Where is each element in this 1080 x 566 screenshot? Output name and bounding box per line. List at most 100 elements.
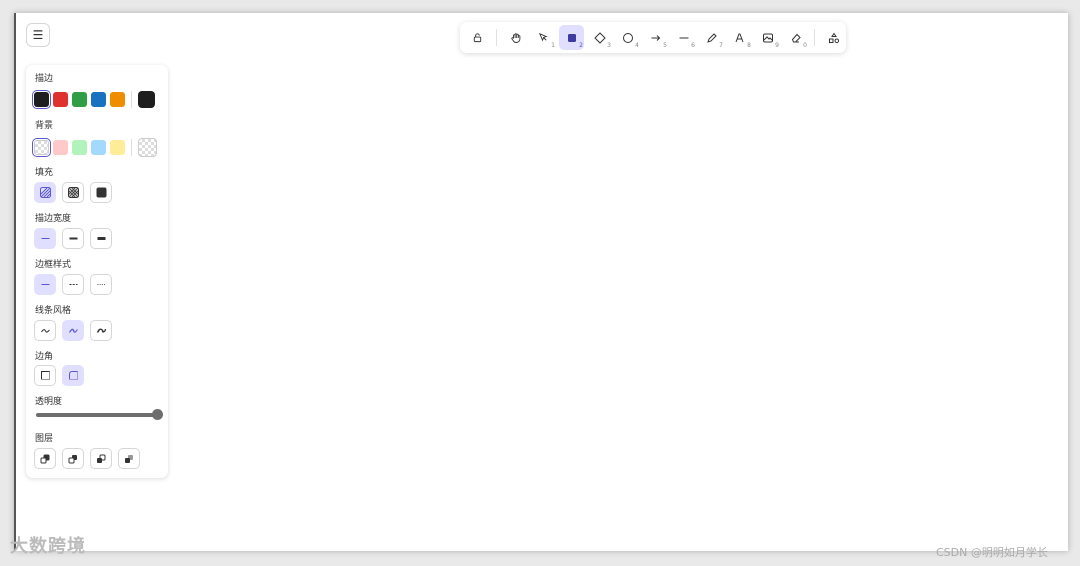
stroke-label: 描边 bbox=[35, 74, 54, 84]
toolbar-divider bbox=[496, 29, 497, 46]
opacity-slider[interactable] bbox=[36, 409, 163, 420]
stroke-style-dashed-button[interactable] bbox=[62, 274, 84, 295]
artist-curve-icon bbox=[68, 328, 78, 333]
edges-sharp-button[interactable] bbox=[34, 365, 56, 386]
line-icon bbox=[679, 37, 688, 38]
dashed-line-icon bbox=[69, 284, 77, 285]
dotted-line-icon bbox=[97, 284, 105, 285]
eraser-tool-button[interactable]: 0 bbox=[783, 25, 808, 50]
rectangle-tool-button[interactable]: 2 bbox=[559, 25, 584, 50]
lock-tool-button[interactable] bbox=[465, 25, 490, 50]
sloppiness-row bbox=[34, 320, 118, 341]
stroke-width-thin-button[interactable] bbox=[34, 228, 56, 249]
background-color-blue[interactable] bbox=[91, 140, 106, 155]
stroke-width-bold-button[interactable] bbox=[62, 228, 84, 249]
text-tool-button[interactable]: 8 bbox=[727, 25, 752, 50]
background-color-pink[interactable] bbox=[53, 140, 68, 155]
fill-solid-button[interactable] bbox=[90, 182, 112, 203]
stroke-style-solid-button[interactable] bbox=[34, 274, 56, 295]
stroke-color-blue[interactable] bbox=[91, 92, 106, 107]
extra-bold-line-icon bbox=[97, 237, 105, 240]
watermark-left: 大数跨境 bbox=[10, 536, 86, 557]
send-to-back-button[interactable] bbox=[34, 448, 56, 469]
text-icon bbox=[735, 33, 743, 42]
edges-round-button[interactable] bbox=[62, 365, 84, 386]
opacity-label: 透明度 bbox=[35, 397, 63, 407]
cross-hatch-fill-icon bbox=[67, 187, 79, 198]
drawing-canvas[interactable] bbox=[14, 13, 1068, 551]
architect-curve-icon bbox=[40, 329, 50, 333]
opacity-slider-handle[interactable] bbox=[152, 409, 163, 420]
line-tool-button[interactable]: 6 bbox=[671, 25, 696, 50]
edges-label: 边角 bbox=[35, 352, 54, 362]
cartoonist-curve-icon bbox=[96, 328, 106, 333]
library-tool-button[interactable] bbox=[821, 25, 846, 50]
bring-forward-button[interactable] bbox=[90, 448, 112, 469]
hand-icon bbox=[510, 32, 520, 43]
stroke-color-green[interactable] bbox=[72, 92, 87, 107]
background-color-green[interactable] bbox=[72, 140, 87, 155]
hamburger-icon: ☰ bbox=[32, 28, 44, 42]
ellipse-tool-button[interactable]: 4 bbox=[615, 25, 640, 50]
rectangle-icon bbox=[567, 33, 576, 42]
round-corner-icon bbox=[68, 371, 78, 380]
image-tool-button[interactable]: 9 bbox=[755, 25, 780, 50]
diamond-shortcut: 3 bbox=[607, 42, 611, 49]
stroke-width-extra-bold-button[interactable] bbox=[90, 228, 112, 249]
solid-line-icon bbox=[41, 284, 49, 285]
stroke-style-label: 边框样式 bbox=[35, 260, 72, 270]
ellipse-icon bbox=[622, 32, 633, 43]
diamond-tool-button[interactable]: 3 bbox=[587, 25, 612, 50]
send-to-back-icon bbox=[40, 454, 50, 463]
stroke-style-row bbox=[34, 274, 118, 295]
hachure-fill-icon bbox=[39, 187, 51, 198]
pencil-icon bbox=[706, 32, 717, 43]
background-color-yellow[interactable] bbox=[110, 140, 125, 155]
background-label: 背景 bbox=[35, 121, 54, 131]
stroke-style-dotted-button[interactable] bbox=[90, 274, 112, 295]
watermark-right: CSDN @明明如月学长 bbox=[936, 546, 1048, 559]
stroke-color-orange[interactable] bbox=[110, 92, 125, 107]
eraser-icon bbox=[791, 33, 801, 42]
arrow-icon bbox=[651, 34, 660, 41]
stroke-color-black[interactable] bbox=[34, 92, 49, 107]
bold-line-icon bbox=[69, 237, 77, 240]
edges-row bbox=[34, 365, 90, 386]
stroke-current-color[interactable] bbox=[138, 91, 155, 108]
sloppiness-artist-button[interactable] bbox=[62, 320, 84, 341]
bring-to-front-icon bbox=[125, 454, 133, 463]
stroke-width-row bbox=[34, 228, 118, 249]
line-shortcut: 6 bbox=[691, 42, 695, 49]
fill-style-row bbox=[34, 182, 118, 203]
ellipse-shortcut: 4 bbox=[635, 42, 639, 49]
stroke-color-red[interactable] bbox=[53, 92, 68, 107]
sharp-corner-icon bbox=[40, 371, 50, 380]
bring-to-front-button[interactable] bbox=[118, 448, 140, 469]
sloppiness-cartoonist-button[interactable] bbox=[90, 320, 112, 341]
sloppiness-architect-button[interactable] bbox=[34, 320, 56, 341]
draw-shortcut: 7 bbox=[719, 42, 723, 49]
layers-label: 图层 bbox=[35, 434, 54, 444]
draw-tool-button[interactable]: 7 bbox=[699, 25, 724, 50]
main-menu-button[interactable]: ☰ bbox=[26, 23, 50, 47]
fill-hachure-button[interactable] bbox=[34, 182, 56, 203]
hand-tool-button[interactable] bbox=[503, 25, 528, 50]
selection-shortcut: 1 bbox=[551, 42, 555, 49]
fill-cross-hatch-button[interactable] bbox=[62, 182, 84, 203]
background-color-row bbox=[34, 138, 157, 157]
background-current-color[interactable] bbox=[138, 138, 157, 157]
lock-icon bbox=[473, 33, 482, 43]
arrow-tool-button[interactable]: 5 bbox=[643, 25, 668, 50]
layers-row bbox=[34, 448, 146, 469]
background-color-transparent[interactable] bbox=[34, 140, 49, 155]
sloppiness-label: 线条风格 bbox=[35, 306, 72, 316]
eraser-shortcut: 0 bbox=[803, 42, 807, 49]
arrow-shortcut: 5 bbox=[663, 42, 667, 49]
send-backward-icon bbox=[68, 454, 77, 463]
fill-label: 填充 bbox=[35, 168, 54, 178]
send-backward-button[interactable] bbox=[62, 448, 84, 469]
selection-tool-button[interactable]: 1 bbox=[531, 25, 556, 50]
image-shortcut: 9 bbox=[775, 42, 779, 49]
toolbar-divider bbox=[814, 29, 815, 46]
properties-panel: 描边 背景 填充 描边宽度 边框样式 线条风格 边角 透明度 图层 bbox=[26, 65, 168, 478]
